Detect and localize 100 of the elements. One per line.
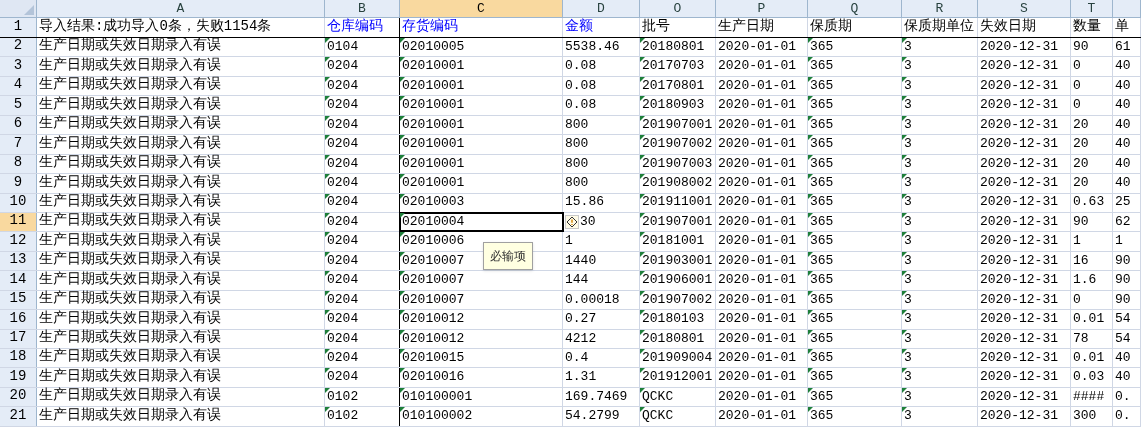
column-header[interactable]: A: [37, 0, 325, 18]
table-cell[interactable]: ####: [1071, 387, 1113, 407]
warning-diamond-icon[interactable]: [565, 215, 579, 230]
table-cell[interactable]: 201907001: [640, 115, 716, 135]
table-cell[interactable]: 02010003: [400, 193, 563, 212]
table-cell[interactable]: 2020-12-31: [978, 193, 1071, 212]
table-cell[interactable]: 3: [902, 154, 978, 174]
table-cell[interactable]: 02010015: [400, 349, 563, 368]
row-header[interactable]: 14: [0, 271, 37, 290]
table-cell[interactable]: 2020-12-31: [978, 387, 1071, 407]
column-header[interactable]: B: [325, 0, 400, 18]
row-header[interactable]: 5: [0, 96, 37, 115]
table-cell[interactable]: 40: [1113, 135, 1141, 154]
table-cell[interactable]: 20: [1071, 115, 1113, 135]
table-cell[interactable]: 40: [1113, 115, 1141, 135]
table-cell[interactable]: QCKC: [640, 407, 716, 426]
table-cell[interactable]: 3: [902, 174, 978, 193]
table-cell[interactable]: 201907002: [640, 135, 716, 154]
row-header[interactable]: 18: [0, 349, 37, 368]
table-cell[interactable]: 3: [902, 232, 978, 251]
table-cell[interactable]: 3: [902, 387, 978, 407]
row-header[interactable]: 2: [0, 38, 37, 57]
table-cell[interactable]: 02010001: [400, 154, 563, 174]
table-cell[interactable]: 2020-12-31: [978, 349, 1071, 368]
table-cell[interactable]: 40: [1113, 76, 1141, 96]
table-cell[interactable]: 0.: [1113, 407, 1141, 426]
table-cell[interactable]: 78: [1071, 329, 1113, 348]
table-cell[interactable]: 90: [1071, 212, 1113, 232]
table-cell[interactable]: 02010001: [400, 76, 563, 96]
row-header[interactable]: 1: [0, 18, 37, 37]
table-cell[interactable]: 3: [902, 135, 978, 154]
table-cell[interactable]: 1.6: [1071, 271, 1113, 290]
table-cell[interactable]: QCKC: [640, 387, 716, 407]
table-cell[interactable]: 02010005: [400, 38, 563, 57]
table-cell[interactable]: 201911001: [640, 193, 716, 212]
table-cell[interactable]: 010100001: [400, 387, 563, 407]
table-cell[interactable]: 3: [902, 96, 978, 115]
table-cell[interactable]: 201906001: [640, 271, 716, 290]
selected-cell[interactable]: 02010004: [400, 212, 563, 232]
table-cell[interactable]: 40: [1113, 368, 1141, 387]
row-header[interactable]: 3: [0, 57, 37, 76]
table-cell[interactable]: 54: [1113, 329, 1141, 348]
column-header[interactable]: P: [716, 0, 808, 18]
table-cell[interactable]: 2020-12-31: [978, 271, 1071, 290]
table-cell[interactable]: 3: [902, 349, 978, 368]
table-cell[interactable]: 02010007: [400, 290, 563, 310]
table-cell[interactable]: 02010012: [400, 310, 563, 329]
table-cell[interactable]: 20181001: [640, 232, 716, 251]
table-cell[interactable]: 3: [902, 368, 978, 387]
table-cell[interactable]: 90: [1113, 271, 1141, 290]
table-cell[interactable]: 40: [1113, 57, 1141, 76]
column-header[interactable]: O: [640, 0, 716, 18]
table-cell[interactable]: 20: [1071, 154, 1113, 174]
table-cell[interactable]: 90: [1113, 290, 1141, 310]
table-cell[interactable]: 3: [902, 193, 978, 212]
row-header[interactable]: 19: [0, 368, 37, 387]
table-cell[interactable]: 2020-12-31: [978, 38, 1071, 57]
table-cell[interactable]: 02010001: [400, 135, 563, 154]
table-cell[interactable]: 40: [1113, 349, 1141, 368]
table-cell[interactable]: 201907001: [640, 212, 716, 232]
table-cell[interactable]: 0: [1071, 57, 1113, 76]
column-header[interactable]: C: [400, 0, 563, 18]
table-cell[interactable]: 2020-12-31: [978, 96, 1071, 115]
table-cell[interactable]: 40: [1113, 154, 1141, 174]
table-cell[interactable]: 20180903: [640, 96, 716, 115]
table-cell[interactable]: 0.01: [1071, 349, 1113, 368]
table-cell[interactable]: 201907002: [640, 290, 716, 310]
table-cell[interactable]: 3: [902, 251, 978, 271]
table-cell[interactable]: 2020-12-31: [978, 251, 1071, 271]
table-cell[interactable]: 201909004: [640, 349, 716, 368]
table-cell[interactable]: 3: [902, 290, 978, 310]
table-cell[interactable]: 2020-12-31: [978, 290, 1071, 310]
table-cell[interactable]: 2020-12-31: [978, 154, 1071, 174]
row-header[interactable]: 16: [0, 310, 37, 329]
table-cell[interactable]: 201903001: [640, 251, 716, 271]
table-cell[interactable]: 02010001: [400, 57, 563, 76]
table-cell[interactable]: 40: [1113, 96, 1141, 115]
table-cell[interactable]: 300: [1071, 407, 1113, 426]
table-cell[interactable]: 0.: [1113, 387, 1141, 407]
table-cell[interactable]: 201907003: [640, 154, 716, 174]
table-cell[interactable]: 0.63: [1071, 193, 1113, 212]
table-cell[interactable]: 20180103: [640, 310, 716, 329]
table-cell[interactable]: 02010001: [400, 115, 563, 135]
table-cell[interactable]: 02010007: [400, 271, 563, 290]
table-cell[interactable]: 010100002: [400, 407, 563, 426]
table-cell[interactable]: 20180801: [640, 329, 716, 348]
table-cell[interactable]: 40: [1113, 174, 1141, 193]
table-cell[interactable]: 1: [1113, 232, 1141, 251]
table-cell[interactable]: 20: [1071, 174, 1113, 193]
table-cell[interactable]: 201908002: [640, 174, 716, 193]
row-header[interactable]: 21: [0, 407, 37, 426]
table-cell[interactable]: 02010001: [400, 96, 563, 115]
table-cell[interactable]: 2020-12-31: [978, 407, 1071, 426]
column-header[interactable]: D: [563, 0, 640, 18]
table-cell[interactable]: 2020-12-31: [978, 57, 1071, 76]
table-cell[interactable]: 2020-12-31: [978, 329, 1071, 348]
table-cell[interactable]: 02010016: [400, 368, 563, 387]
table-cell[interactable]: 2020-12-31: [978, 368, 1071, 387]
table-cell[interactable]: 62: [1113, 212, 1141, 232]
select-all-corner[interactable]: [0, 0, 37, 18]
